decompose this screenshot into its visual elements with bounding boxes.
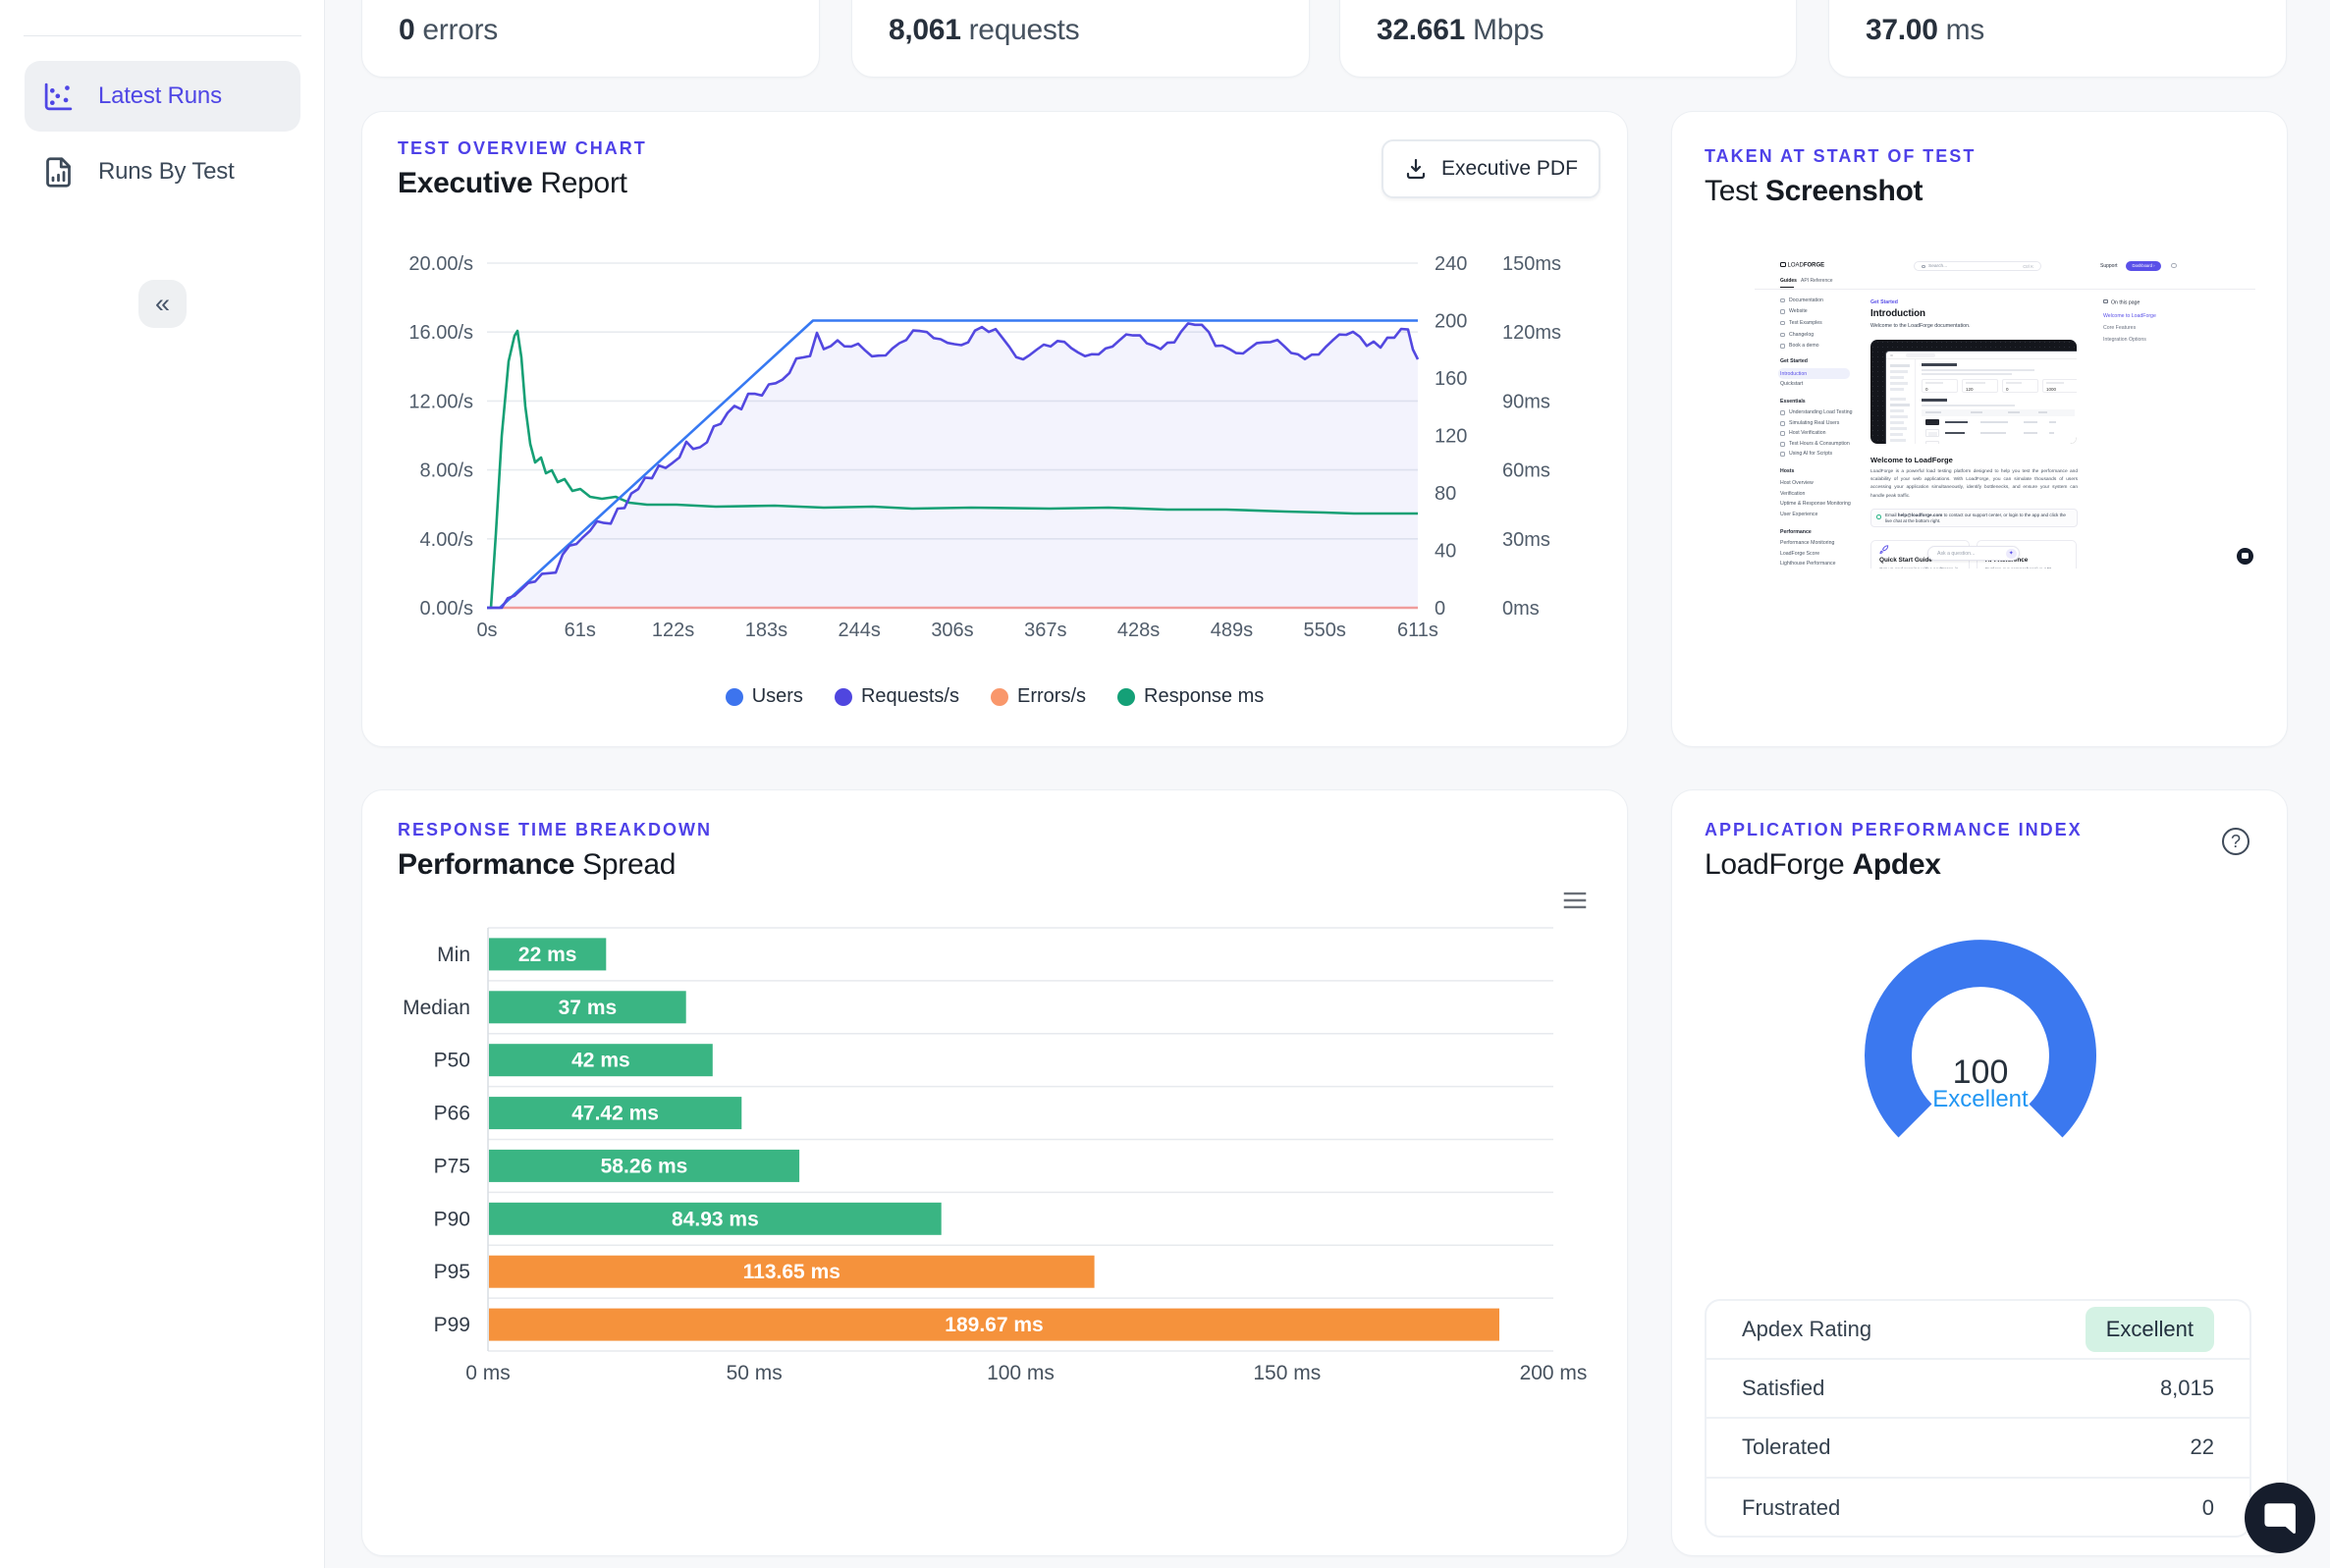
svg-text:183s: 183s (745, 620, 787, 641)
svg-text:160: 160 (1435, 368, 1467, 390)
svg-text:90ms: 90ms (1502, 391, 1550, 412)
svg-text:P75: P75 (434, 1155, 470, 1177)
svg-text:80: 80 (1435, 483, 1456, 505)
svg-text:150ms: 150ms (1502, 253, 1561, 275)
svg-text:84.93 ms: 84.93 ms (672, 1208, 759, 1230)
svg-text:47.42 ms: 47.42 ms (571, 1103, 659, 1125)
svg-text:12.00/s: 12.00/s (408, 391, 473, 412)
svg-text:Excellent: Excellent (1932, 1086, 2029, 1112)
svg-text:120ms: 120ms (1502, 322, 1561, 344)
svg-text:367s: 367s (1024, 620, 1066, 641)
svg-text:58.26 ms: 58.26 ms (601, 1155, 688, 1177)
svg-text:30ms: 30ms (1502, 529, 1550, 551)
svg-text:8.00/s: 8.00/s (420, 460, 473, 482)
svg-text:40: 40 (1435, 541, 1456, 563)
svg-text:100 ms: 100 ms (987, 1362, 1055, 1384)
svg-text:0: 0 (1435, 598, 1445, 620)
svg-text:0ms: 0ms (1502, 598, 1540, 620)
svg-text:4.00/s: 4.00/s (420, 529, 473, 551)
svg-text:16.00/s: 16.00/s (408, 322, 473, 344)
svg-text:61s: 61s (565, 620, 596, 641)
svg-text:550s: 550s (1304, 620, 1346, 641)
svg-text:Median: Median (403, 997, 470, 1019)
svg-text:Min: Min (437, 944, 470, 966)
svg-text:22 ms: 22 ms (518, 944, 577, 966)
svg-text:42 ms: 42 ms (571, 1050, 630, 1072)
svg-text:37 ms: 37 ms (559, 997, 618, 1019)
svg-text:P99: P99 (434, 1314, 470, 1336)
svg-text:P95: P95 (434, 1261, 470, 1283)
svg-text:60ms: 60ms (1502, 460, 1550, 482)
svg-text:189.67 ms: 189.67 ms (945, 1314, 1043, 1336)
svg-text:244s: 244s (839, 620, 881, 641)
svg-text:20.00/s: 20.00/s (408, 253, 473, 275)
svg-text:200: 200 (1435, 311, 1467, 333)
svg-text:240: 240 (1435, 253, 1467, 275)
svg-text:P90: P90 (434, 1208, 470, 1230)
svg-text:122s: 122s (652, 620, 694, 641)
svg-text:50 ms: 50 ms (727, 1362, 783, 1384)
svg-text:P66: P66 (434, 1103, 470, 1125)
svg-text:428s: 428s (1117, 620, 1160, 641)
svg-text:200 ms: 200 ms (1520, 1362, 1588, 1384)
svg-text:611s: 611s (1397, 620, 1438, 641)
svg-text:0 ms: 0 ms (465, 1362, 511, 1384)
svg-text:P50: P50 (434, 1050, 470, 1072)
svg-text:0.00/s: 0.00/s (420, 598, 473, 620)
svg-text:306s: 306s (931, 620, 973, 641)
svg-text:120: 120 (1435, 426, 1467, 448)
svg-text:113.65 ms: 113.65 ms (743, 1261, 840, 1283)
svg-text:0s: 0s (476, 620, 497, 641)
svg-text:489s: 489s (1211, 620, 1253, 641)
svg-text:150 ms: 150 ms (1253, 1362, 1321, 1384)
